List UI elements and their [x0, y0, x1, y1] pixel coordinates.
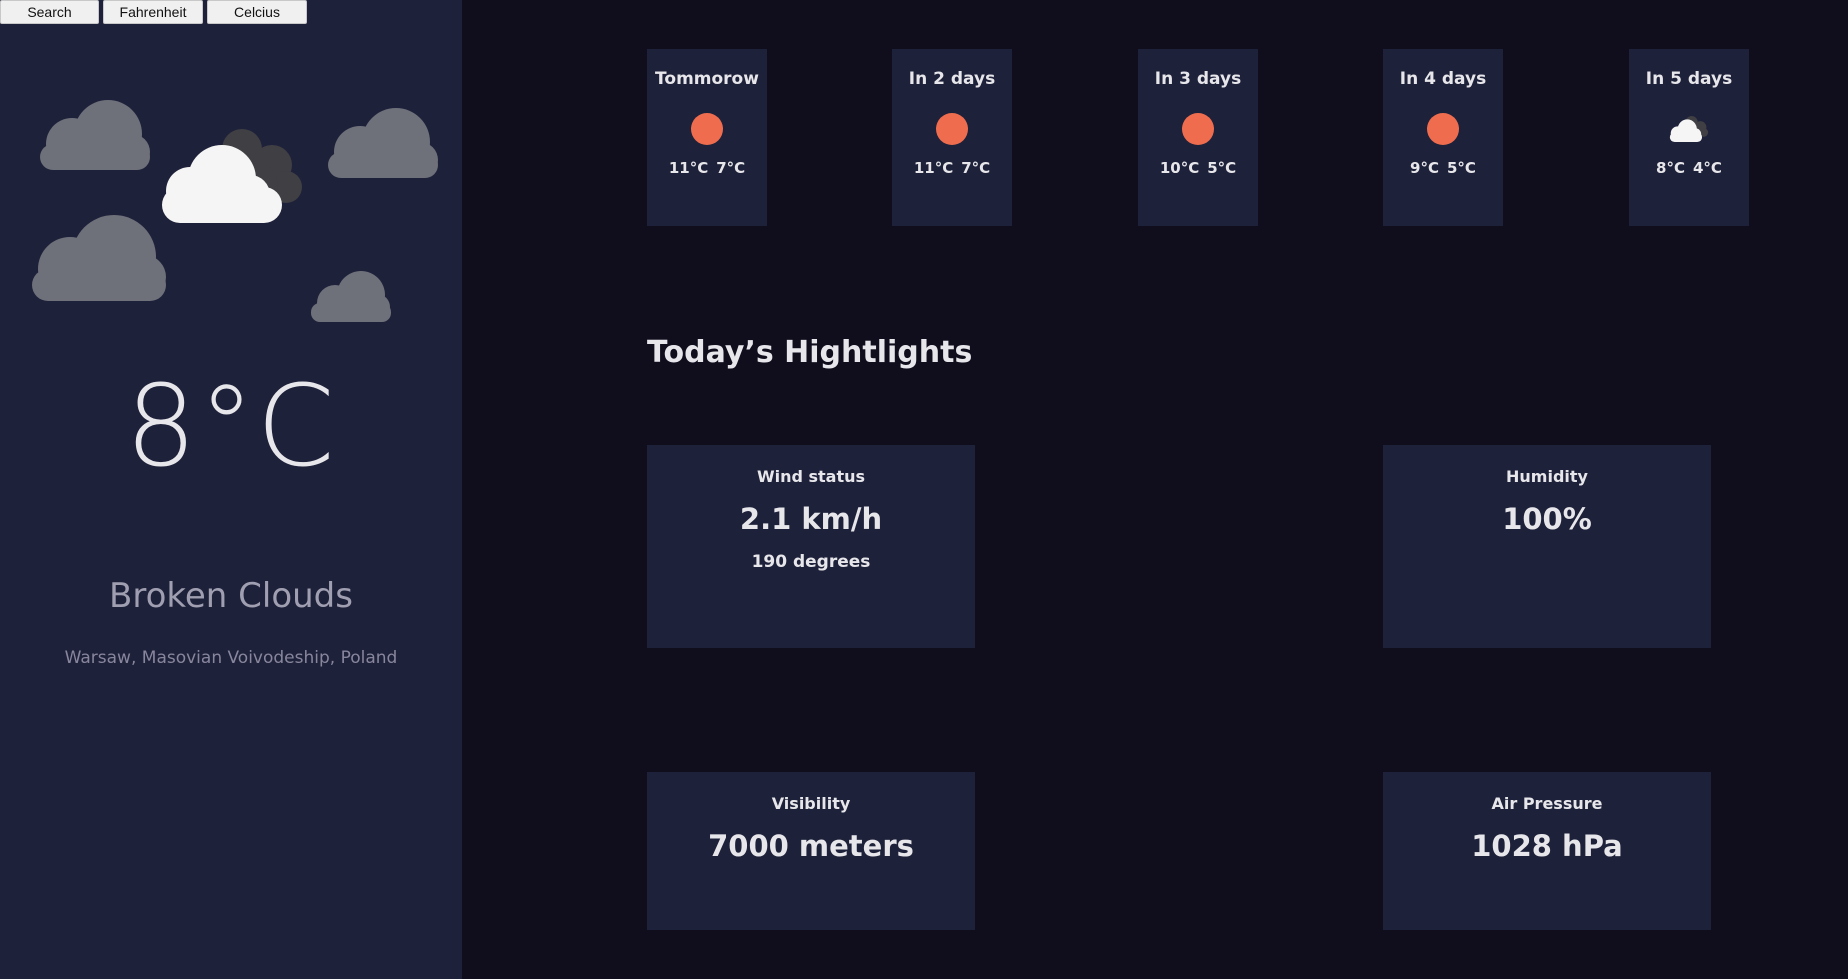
celsius-button[interactable]: Celcius — [207, 0, 307, 24]
sidebar: Search Fahrenheit Celcius 8°C Broken Clo… — [0, 0, 462, 979]
visibility-card: Visibility 7000 meters — [647, 772, 975, 930]
sun-icon — [1178, 109, 1218, 149]
wind-status-card: Wind status 2.1 km/h 190 degrees — [647, 445, 975, 648]
location: Warsaw, Masovian Voivodeship, Poland — [64, 648, 398, 668]
forecast-card: In 4 days 9°C 5°C — [1383, 49, 1503, 226]
forecast-card: In 3 days 10°C 5°C — [1138, 49, 1258, 226]
sun-icon — [932, 109, 972, 149]
weather-description: Broken Clouds — [109, 576, 353, 616]
humidity-card: Humidity 100% — [1383, 445, 1711, 648]
humidity-value: 100% — [1502, 502, 1592, 536]
card-label: Visibility — [771, 794, 851, 813]
visibility-value: 7000 meters — [708, 829, 914, 863]
card-label: Wind status — [756, 467, 866, 486]
broken-clouds-icon — [162, 129, 302, 223]
forecast-card: In 5 days 8°C 4°C — [1629, 49, 1749, 226]
forecast-min: 5°C — [1207, 159, 1237, 177]
forecast-min: 5°C — [1447, 159, 1476, 177]
forecast-min: 7°C — [716, 159, 746, 177]
pressure-value: 1028 hPa — [1471, 829, 1623, 863]
sun-icon — [687, 109, 727, 149]
forecast-min: 4°C — [1693, 159, 1722, 177]
search-button[interactable]: Search — [0, 0, 99, 24]
toolbar: Search Fahrenheit Celcius — [0, 0, 307, 24]
forecast-max: 8°C — [1656, 159, 1685, 177]
forecast-max: 11°C — [913, 159, 954, 177]
background-clouds — [0, 85, 462, 345]
forecast-day: In 5 days — [1645, 69, 1733, 89]
forecast-max: 9°C — [1410, 159, 1439, 177]
forecast-day: In 4 days — [1399, 69, 1487, 89]
wind-speed: 2.1 km/h — [739, 502, 883, 536]
card-label: Air Pressure — [1491, 794, 1603, 813]
fahrenheit-button[interactable]: Fahrenheit — [103, 0, 203, 24]
current-temperature: 8°C — [125, 362, 337, 492]
forecast-min: 7°C — [961, 159, 991, 177]
card-label: Humidity — [1506, 467, 1588, 486]
sun-icon — [1423, 109, 1463, 149]
forecast-day: In 2 days — [908, 69, 996, 89]
forecast-max: 11°C — [668, 159, 709, 177]
cloud-icon — [328, 108, 438, 178]
forecast-max: 10°C — [1159, 159, 1200, 177]
wind-direction: 190 degrees — [751, 552, 871, 572]
cloud-icon — [311, 271, 391, 322]
cloud-icon — [32, 215, 166, 301]
cloud-icon — [1669, 109, 1709, 149]
highlights-title: Today’s Hightlights — [647, 335, 973, 370]
forecast-day: Tommorow — [655, 69, 759, 89]
cloud-icon — [40, 100, 150, 170]
air-pressure-card: Air Pressure 1028 hPa — [1383, 772, 1711, 930]
forecast-day: In 3 days — [1154, 69, 1242, 89]
forecast-card: Tommorow 11°C 7°C — [647, 49, 767, 226]
forecast-card: In 2 days 11°C 7°C — [892, 49, 1012, 226]
